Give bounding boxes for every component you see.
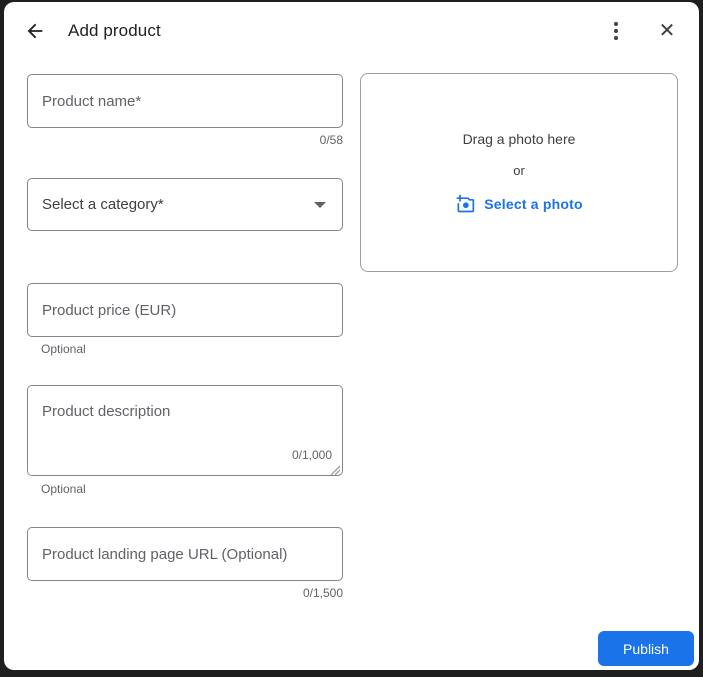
add-product-dialog: Add product ✕ 0/58 Select a category* Op… (4, 2, 699, 670)
drag-photo-label: Drag a photo here (462, 131, 576, 147)
product-name-input[interactable] (27, 74, 343, 128)
overflow-menu-button[interactable] (607, 19, 625, 43)
product-name-counter: 0/58 (319, 133, 343, 147)
price-optional-label: Optional (41, 342, 86, 356)
product-description-input[interactable] (28, 386, 342, 475)
landing-url-counter: 0/1,500 (302, 586, 343, 600)
photo-column: Drag a photo here or Select a photo (360, 60, 678, 600)
publish-button[interactable]: Publish (598, 631, 694, 666)
description-optional-label: Optional (41, 482, 86, 496)
arrow-back-icon (24, 20, 46, 42)
or-label: or (513, 163, 525, 178)
select-photo-label: Select a photo (484, 196, 583, 212)
category-select[interactable]: Select a category* (27, 178, 343, 231)
chevron-down-icon (314, 201, 326, 208)
back-button[interactable] (23, 19, 47, 43)
close-icon: ✕ (658, 20, 676, 42)
close-button[interactable]: ✕ (655, 19, 679, 43)
photo-drop-zone[interactable]: Drag a photo here or Select a photo (360, 73, 678, 272)
select-photo-button[interactable]: Select a photo (455, 194, 583, 214)
form-column: 0/58 Select a category* Optional 0/1,000… (27, 60, 343, 600)
product-description-field: 0/1,000 (27, 385, 343, 476)
dialog-body: 0/58 Select a category* Optional 0/1,000… (4, 60, 699, 600)
product-price-input[interactable] (27, 283, 343, 337)
dialog-header: Add product ✕ (4, 2, 699, 60)
category-select-value: Select a category* (42, 196, 164, 213)
add-a-photo-icon (455, 194, 475, 214)
resize-grip-icon[interactable] (330, 463, 341, 475)
dialog-title: Add product (68, 21, 161, 40)
landing-url-input[interactable] (27, 527, 343, 581)
